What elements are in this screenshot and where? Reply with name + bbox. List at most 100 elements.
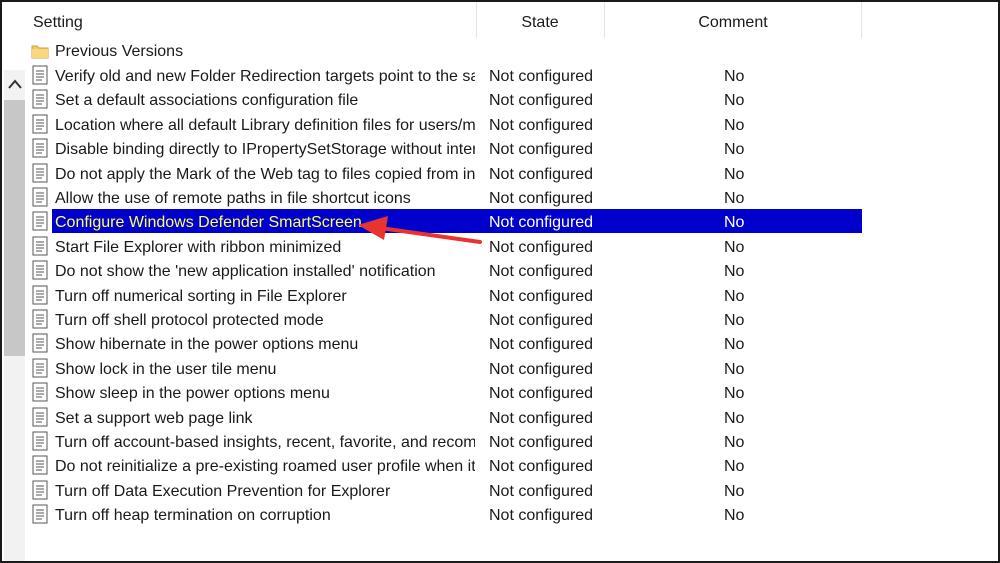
setting-name: Show sleep in the power options menu xyxy=(55,385,330,403)
table-row[interactable]: Allow the use of remote paths in file sh… xyxy=(2,185,998,209)
policy-setting-icon xyxy=(32,138,48,158)
setting-state: Not configured xyxy=(489,287,594,305)
setting-name: Set a default associations configuration… xyxy=(55,92,359,110)
policy-setting-icon xyxy=(32,89,48,109)
setting-comment: No xyxy=(724,434,745,451)
setting-name: Start File Explorer with ribbon minimize… xyxy=(55,238,342,256)
setting-comment: No xyxy=(724,92,745,110)
setting-comment: No xyxy=(724,68,745,85)
setting-comment: No xyxy=(724,507,745,525)
setting-comment: No xyxy=(724,190,745,207)
column-header-comment[interactable]: Comment xyxy=(605,2,861,38)
table-row[interactable]: Location where all default Library defin… xyxy=(2,112,998,136)
table-row[interactable]: Turn off heap termination on corruption N… xyxy=(2,502,998,526)
table-row[interactable]: Disable binding directly to IPropertySet… xyxy=(2,136,998,160)
setting-comment: No xyxy=(724,116,745,134)
setting-state: Not configured xyxy=(489,214,594,232)
setting-comment: No xyxy=(724,165,745,183)
setting-comment: No xyxy=(724,263,745,281)
policy-setting-icon xyxy=(32,455,48,475)
setting-name: Location where all default Library defin… xyxy=(55,116,475,134)
table-row[interactable]: Verify old and new Folder Redirection ta… xyxy=(2,63,998,87)
setting-name: Allow the use of remote paths in file sh… xyxy=(55,190,411,207)
setting-state: Not configured xyxy=(489,458,594,476)
setting-name: Verify old and new Folder Redirection ta… xyxy=(55,68,475,85)
policy-setting-icon xyxy=(32,163,48,183)
setting-state: Not configured xyxy=(489,312,594,329)
setting-name: Disable binding directly to IPropertySet… xyxy=(55,141,475,159)
setting-comment: No xyxy=(724,336,745,354)
setting-state: Not configured xyxy=(489,190,594,207)
setting-comment: No xyxy=(724,312,745,329)
policy-setting-icon xyxy=(32,309,48,329)
setting-state: Not configured xyxy=(489,165,594,183)
table-row[interactable]: Start File Explorer with ribbon minimize… xyxy=(2,234,998,258)
setting-comment: No xyxy=(724,238,745,256)
setting-comment: No xyxy=(724,360,745,378)
setting-state: Not configured xyxy=(489,238,594,256)
policy-setting-icon xyxy=(32,236,48,256)
setting-comment: No xyxy=(724,458,745,476)
column-header-bar: Setting State Comment xyxy=(2,2,998,38)
folder-label: Previous Versions xyxy=(55,43,184,60)
setting-name: Turn off Data Execution Prevention for E… xyxy=(55,482,391,500)
setting-state: Not configured xyxy=(489,507,594,525)
policy-setting-icon xyxy=(32,333,48,353)
table-row-selected[interactable]: Configure Windows Defender SmartScreen No… xyxy=(2,209,998,234)
setting-name: Turn off account-based insights, recent,… xyxy=(55,434,475,451)
policy-setting-icon xyxy=(32,285,48,305)
policy-setting-icon xyxy=(32,260,48,280)
folder-icon xyxy=(31,45,49,59)
policy-setting-icon xyxy=(32,358,48,378)
column-header-state[interactable]: State xyxy=(477,2,603,38)
setting-name: Turn off heap termination on corruption xyxy=(55,507,331,525)
setting-state: Not configured xyxy=(489,336,594,354)
table-row[interactable]: Do not apply the Mark of the Web tag to … xyxy=(2,161,998,185)
table-row[interactable]: Show lock in the user tile menu Not confi… xyxy=(2,356,998,380)
table-row[interactable]: Do not show the 'new application install… xyxy=(2,258,998,282)
setting-state: Not configured xyxy=(489,482,594,500)
policy-setting-icon xyxy=(32,480,48,500)
policy-setting-icon xyxy=(32,407,48,427)
policy-setting-icon xyxy=(32,211,48,231)
folder-row-previous-versions[interactable]: Previous Versions xyxy=(2,38,998,62)
setting-comment: No xyxy=(724,141,745,159)
policy-setting-icon xyxy=(32,114,48,134)
table-row[interactable]: Turn off Data Execution Prevention for E… xyxy=(2,478,998,502)
setting-state: Not configured xyxy=(489,68,594,85)
setting-state: Not configured xyxy=(489,360,594,378)
setting-state: Not configured xyxy=(489,263,594,281)
setting-comment: No xyxy=(724,214,745,232)
setting-name: Configure Windows Defender SmartScreen xyxy=(55,214,362,232)
column-header-setting[interactable]: Setting xyxy=(33,2,473,38)
setting-name: Show hibernate in the power options menu xyxy=(55,336,359,354)
table-row[interactable]: Turn off account-based insights, recent,… xyxy=(2,429,998,453)
table-row[interactable]: Set a default associations configuration… xyxy=(2,87,998,111)
policy-setting-icon xyxy=(32,382,48,402)
policy-setting-icon xyxy=(32,504,48,524)
table-row[interactable]: Show hibernate in the power options menu… xyxy=(2,331,998,355)
setting-comment: No xyxy=(724,287,745,305)
policy-setting-icon xyxy=(32,187,48,207)
table-row[interactable]: Do not reinitialize a pre-existing roame… xyxy=(2,453,998,477)
policy-setting-icon xyxy=(32,431,48,451)
setting-state: Not configured xyxy=(489,434,594,451)
setting-name: Turn off shell protocol protected mode xyxy=(55,312,324,329)
setting-state: Not configured xyxy=(489,409,594,427)
setting-state: Not configured xyxy=(489,141,594,159)
setting-comment: No xyxy=(724,482,745,500)
table-row[interactable]: Turn off shell protocol protected mode No… xyxy=(2,307,998,331)
setting-name: Show lock in the user tile menu xyxy=(55,360,277,378)
setting-state: Not configured xyxy=(489,92,594,110)
table-row[interactable]: Turn off numerical sorting in File Explo… xyxy=(2,283,998,307)
policy-settings-window: Setting State Comment Previous Versions … xyxy=(0,0,1000,563)
table-row[interactable]: Set a support web page link Not configure… xyxy=(2,405,998,429)
setting-name: Do not apply the Mark of the Web tag to … xyxy=(55,165,475,183)
setting-name: Do not show the 'new application install… xyxy=(55,263,436,281)
column-divider[interactable] xyxy=(861,2,862,38)
setting-name: Do not reinitialize a pre-existing roame… xyxy=(55,458,475,476)
setting-comment: No xyxy=(724,409,745,427)
setting-name: Set a support web page link xyxy=(55,409,253,427)
setting-name: Turn off numerical sorting in File Explo… xyxy=(55,287,347,305)
table-row[interactable]: Show sleep in the power options menu Not … xyxy=(2,380,998,404)
